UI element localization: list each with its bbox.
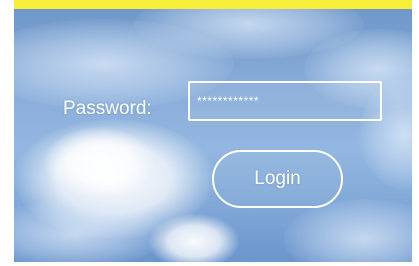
cloud-lower-left-puff	[44, 127, 154, 197]
sky-background: Password: Login	[14, 9, 412, 262]
cloud-bottom-right	[284, 199, 412, 262]
password-field[interactable]	[188, 81, 382, 121]
app-window: Password: Login	[0, 0, 419, 266]
login-button[interactable]: Login	[212, 150, 343, 208]
cloud-bottom-center	[149, 214, 239, 262]
password-label: Password:	[63, 98, 152, 119]
top-bar	[14, 0, 412, 9]
